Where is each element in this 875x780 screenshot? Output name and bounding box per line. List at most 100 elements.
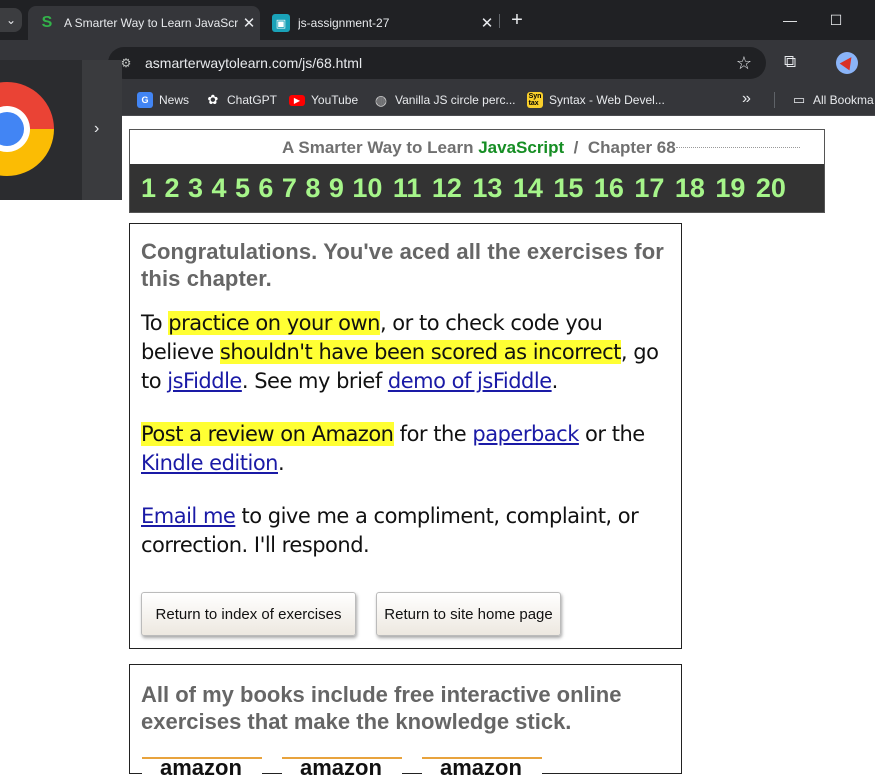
bookmarks-overflow-icon[interactable]: » [742,89,751,109]
new-tab-button[interactable]: + [506,9,528,31]
chapter-label: Chapter 68 [587,138,676,157]
email-paragraph: Email me to give me a compliment, compla… [141,502,670,560]
syntax-icon: Syn tax [527,92,543,108]
review-paragraph: Post a review on Amazon for the paperbac… [141,420,670,478]
minimize-button[interactable]: — [768,6,812,34]
tab-smarter-way[interactable]: S A Smarter Way to Learn JavaScr ✕ [28,6,260,40]
bookmark-youtube[interactable]: ▶ YouTube [289,84,358,116]
books-heading: All of my books include free interactive… [141,682,622,734]
text: To [141,311,169,335]
return-to-index-button[interactable]: Return to index of exercises [141,592,356,636]
books-card: All of my books include free interactive… [129,664,682,780]
title-separator: / [573,138,579,157]
exercise-link-20[interactable]: 20 [756,164,786,212]
chapter-header: A Smarter Way to Learn JavaScript / Chap… [129,129,825,213]
bookmark-chatgpt[interactable]: ✿ ChatGPT [205,84,277,116]
practice-paragraph: To practice on your own, or to check cod… [141,309,670,396]
amazon-badge[interactable]: amazon [142,755,262,780]
title-prefix: A Smarter Way to Learn [282,138,474,157]
tab-close-icon[interactable]: ✕ [238,14,260,32]
exercise-link-16[interactable]: 16 [594,164,624,212]
exercise-link-14[interactable]: 14 [513,164,543,212]
bookmark-syntax[interactable]: Syn tax Syntax - Web Devel... [527,84,665,116]
youtube-icon: ▶ [289,94,305,106]
bookmarks-divider [774,92,775,108]
exercise-link-17[interactable]: 17 [634,164,664,212]
amazon-logo-text: amazon [440,755,522,780]
folder-icon: ▭ [792,92,806,107]
exercise-link-15[interactable]: 15 [553,164,583,212]
tab-search-button[interactable]: ⌄ [0,8,22,32]
tab-strip: ⌄ S A Smarter Way to Learn JavaScr ✕ ▣ j… [0,0,875,40]
amazon-logo-text: amazon [160,755,242,780]
exercise-link-7[interactable]: 7 [282,164,297,212]
jsfiddle-link[interactable]: jsFiddle [167,369,242,393]
exercise-link-1[interactable]: 1 [141,164,156,212]
tab-divider [499,14,500,28]
bookmark-label: Syntax - Web Devel... [549,93,665,107]
exercise-link-5[interactable]: 5 [235,164,250,212]
text: or the [578,422,645,446]
exercise-link-12[interactable]: 12 [432,164,462,212]
exercise-link-18[interactable]: 18 [675,164,705,212]
exercise-link-8[interactable]: 8 [305,164,320,212]
bookmark-label: News [159,93,190,107]
url-text[interactable]: asmarterwaytolearn.com/js/68.html [145,47,362,79]
tab-close-icon[interactable]: ✕ [476,14,498,32]
exercise-link-19[interactable]: 19 [715,164,745,212]
classroom-favicon-icon: ▣ [272,14,290,32]
exercise-number-nav: 1 2 3 4 5 6 7 8 9 10 11 12 13 14 15 16 1… [130,164,824,212]
popup-expand-strip[interactable] [82,60,122,200]
amazon-badge[interactable]: amazon [422,755,542,780]
text: . See my brief [241,369,388,393]
bookmark-vanilla-js[interactable]: ◍ Vanilla JS circle perc... [373,84,516,116]
highlight-incorrect: shouldn't have been scored as incorrect [219,340,621,364]
chevron-right-icon[interactable]: › [94,120,99,138]
exercise-link-10[interactable]: 10 [352,164,382,212]
chrome-logo-icon [0,82,54,176]
exercise-link-3[interactable]: 3 [188,164,203,212]
profile-avatar[interactable] [836,52,858,74]
tab-js-assignment[interactable]: ▣ js-assignment-27 ✕ [262,6,498,40]
jsfiddle-demo-link[interactable]: demo of jsFiddle [388,369,552,393]
chatgpt-icon: ✿ [207,92,219,107]
kindle-edition-link[interactable]: Kindle edition [141,451,279,475]
text: . [551,369,559,393]
news-icon: G [137,92,153,108]
bookmark-label: Vanilla JS circle perc... [395,93,516,107]
bookmark-label: All Bookma [813,93,874,107]
address-bar[interactable]: ⚙ asmarterwaytolearn.com/js/68.html ☆ [108,47,766,79]
bookmark-label: YouTube [311,93,359,107]
highlight-review: Post a review on Amazon [141,422,394,446]
congratulations-heading: Congratulations. You've aced all the exe… [141,239,664,291]
exercise-link-6[interactable]: 6 [258,164,273,212]
maximize-button[interactable]: ☐ [814,6,858,34]
exercise-link-13[interactable]: 13 [472,164,502,212]
highlight-practice: practice on your own [168,311,380,335]
exercise-link-11[interactable]: 11 [393,164,422,212]
bookmark-star-icon[interactable]: ☆ [736,51,752,75]
return-to-home-button[interactable]: Return to site home page [376,592,561,636]
bookmark-all-bookmarks[interactable]: ▭ All Bookma [791,84,874,116]
title-javascript: JavaScript [478,138,565,157]
paperback-link[interactable]: paperback [472,422,579,446]
email-me-link[interactable]: Email me [141,504,236,528]
bookmark-news[interactable]: G News [137,84,189,116]
chrome-side-popup: › [0,60,122,200]
site-favicon-icon: S [41,14,53,31]
exercise-link-4[interactable]: 4 [211,164,226,212]
globe-icon: ◍ [374,91,388,108]
bookmarks-bar: G News ✿ ChatGPT ▶ YouTube ◍ Vanilla JS … [0,84,875,116]
dotted-rule [676,147,800,148]
amazon-logo-text: amazon [300,755,382,780]
extensions-icon[interactable]: ⧉ [784,50,796,74]
congratulations-card: Congratulations. You've aced all the exe… [129,223,682,649]
text: for the [393,422,473,446]
bookmark-label: ChatGPT [227,93,278,107]
amazon-badge[interactable]: amazon [282,755,402,780]
exercise-link-2[interactable]: 2 [164,164,179,212]
text: . [278,451,285,475]
exercise-link-9[interactable]: 9 [329,164,344,212]
browser-toolbar: ⚙ asmarterwaytolearn.com/js/68.html ☆ [0,40,875,84]
tab-title: js-assignment-27 [298,16,390,30]
